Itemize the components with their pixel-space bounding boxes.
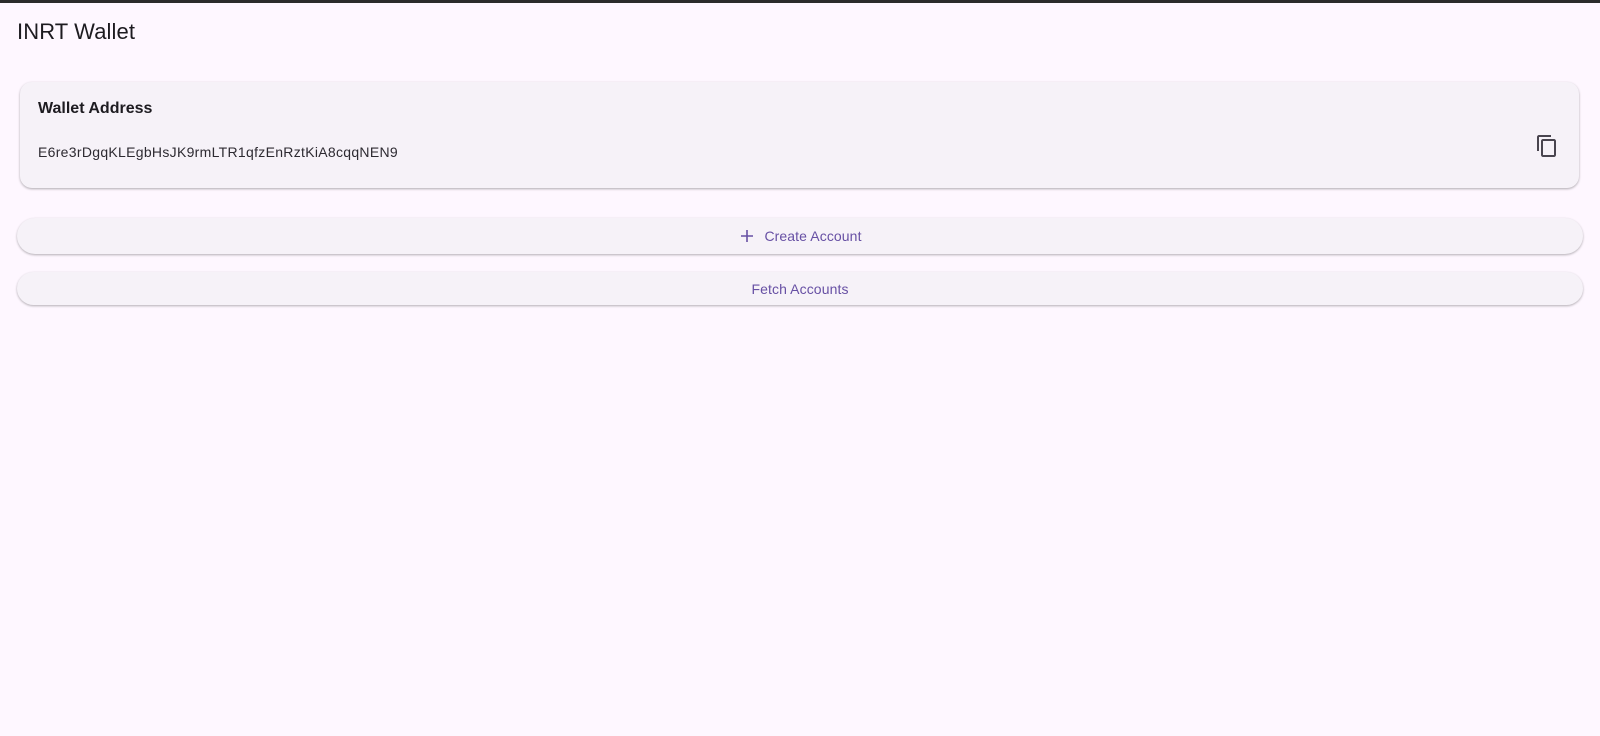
plus-icon (738, 227, 756, 245)
app-title: INRT Wallet (17, 19, 136, 44)
wallet-address-title: Wallet Address (38, 100, 153, 117)
fetch-accounts-label: Fetch Accounts (751, 280, 849, 297)
wallet-address-value: E6re3rDgqKLEgbHsJK9rmLTR1qfzEnRztKiA8cqq… (38, 144, 398, 160)
create-account-label: Create Account (764, 228, 862, 244)
fetch-accounts-button[interactable]: Fetch Accounts (17, 272, 1583, 305)
create-account-button[interactable]: Create Account (17, 218, 1583, 254)
copy-icon (1535, 134, 1559, 163)
app-bar: INRT Wallet (17, 16, 135, 48)
wallet-address-card: Wallet Address E6re3rDgqKLEgbHsJK9rmLTR1… (20, 82, 1579, 188)
window-top-edge (0, 0, 1600, 3)
copy-address-button[interactable] (1531, 132, 1563, 164)
